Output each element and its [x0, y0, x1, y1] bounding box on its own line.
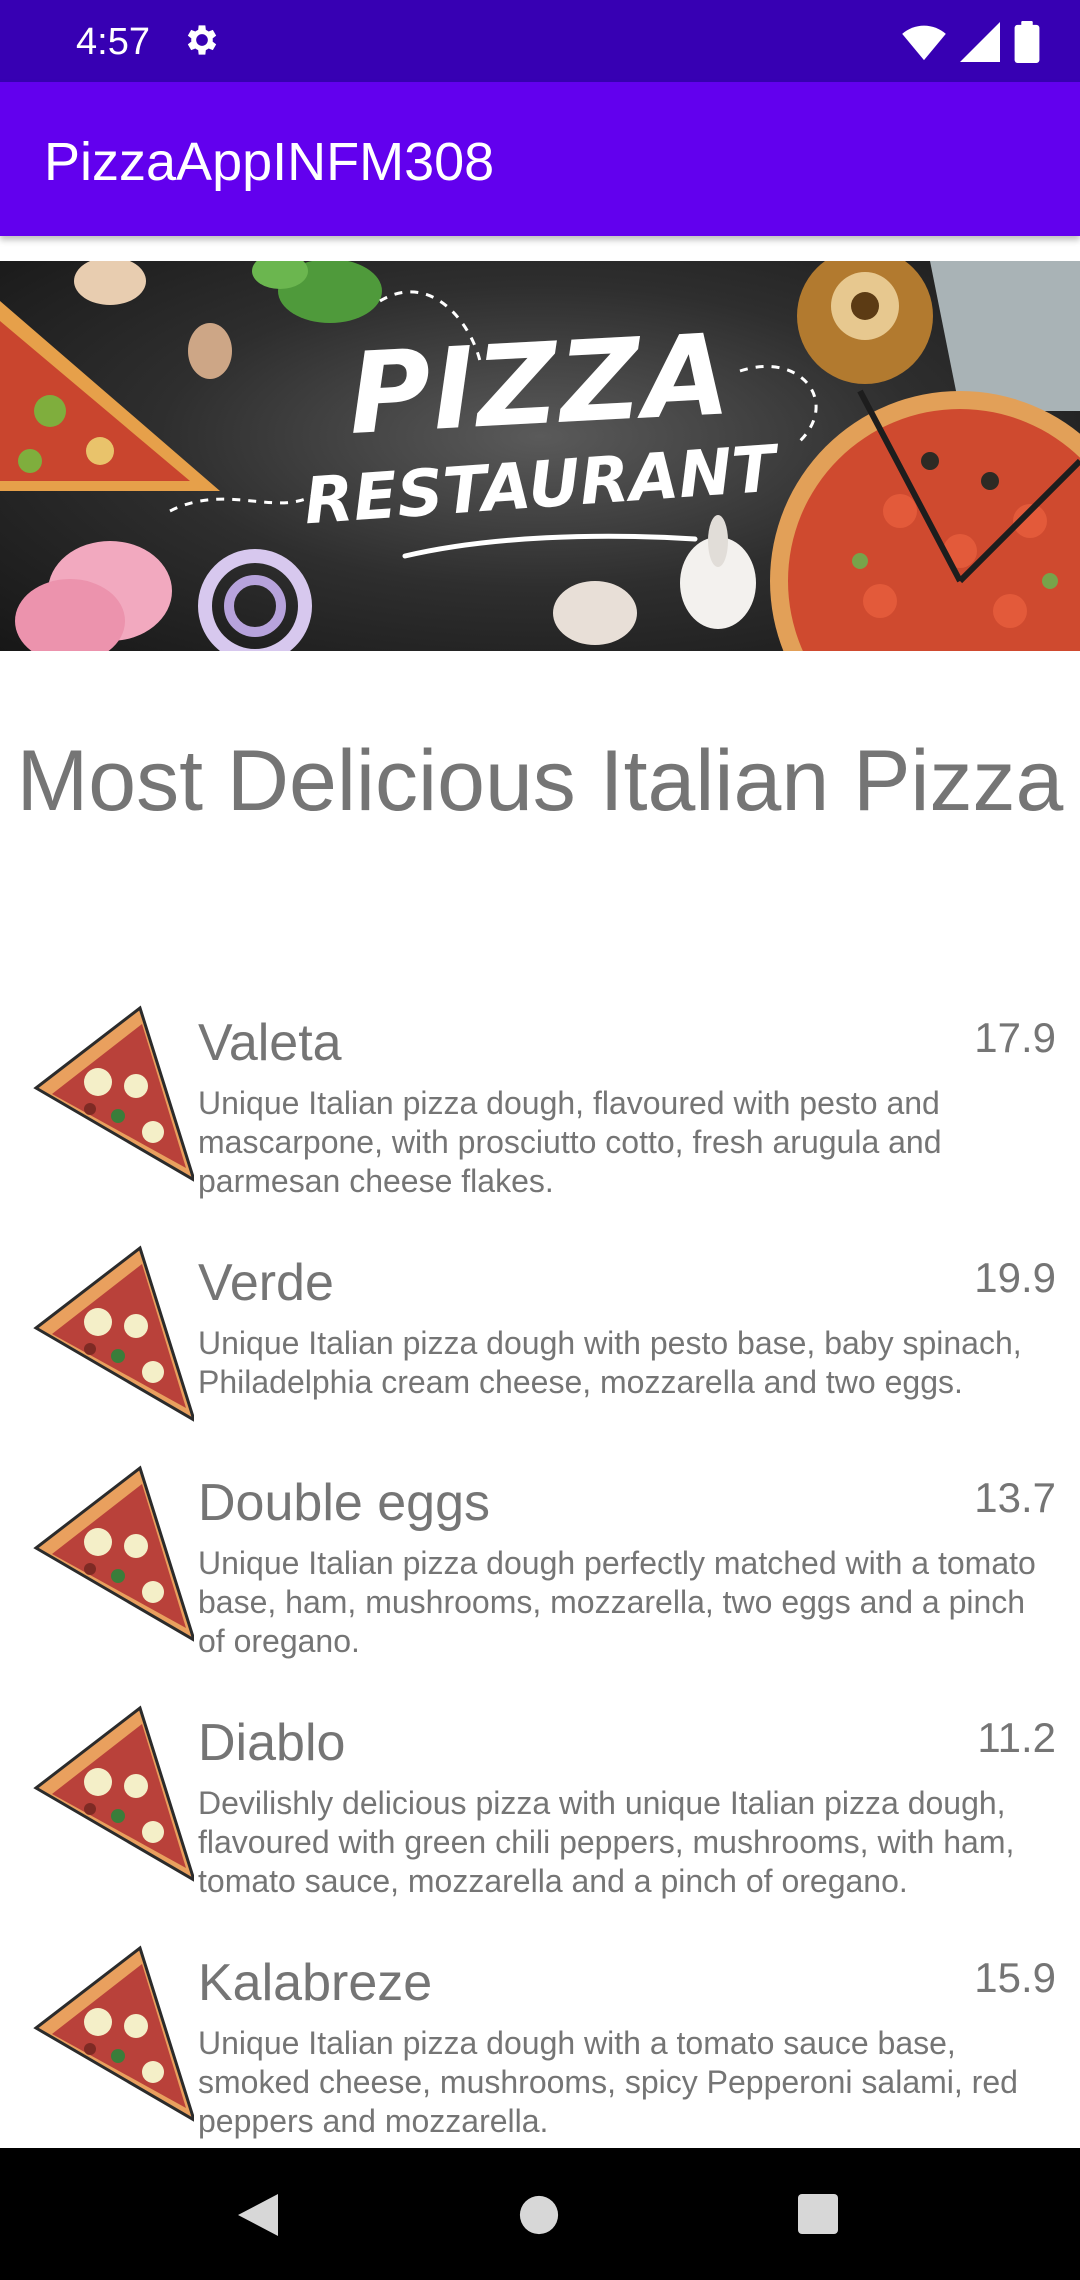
pizza-price: 17.9: [974, 1014, 1056, 1061]
pizza-name: Verde: [198, 1254, 334, 1312]
pizza-price: 15.9: [974, 1954, 1056, 2001]
page-headline: Most Delicious Italian Pizza: [16, 733, 1064, 829]
app-bar: PizzaAppINFM308: [0, 82, 1080, 236]
settings-gear-icon: [187, 25, 217, 55]
status-icons: [902, 20, 1040, 64]
battery-icon: [1014, 21, 1040, 63]
nav-home-icon[interactable]: [518, 2194, 560, 2236]
pizza-description: Unique Italian pizza dough with a tomato…: [198, 2025, 1018, 2139]
pizza-slice-icon: [33, 1465, 194, 1642]
pizza-name: Valeta: [198, 1014, 342, 1072]
pizza-slice-icon: [33, 1005, 194, 1182]
pizza-name: Diablo: [198, 1714, 346, 1772]
status-time: 4:57: [76, 21, 150, 63]
wifi-icon: [902, 25, 946, 61]
cellular-signal-icon: [960, 22, 1000, 62]
pizza-name: Kalabreze: [198, 1954, 433, 2012]
status-bar: 4:57: [0, 0, 1080, 82]
pizza-description: Unique Italian pizza dough perfectly mat…: [198, 1545, 1036, 1659]
pizza-price: 13.7: [974, 1474, 1056, 1521]
pizza-slice-icon: [33, 1945, 194, 2122]
nav-recents-icon[interactable]: [798, 2194, 838, 2234]
pizza-description: Unique Italian pizza dough with pesto ba…: [198, 1325, 1022, 1400]
pizza-description: Unique Italian pizza dough, flavoured wi…: [198, 1085, 942, 1199]
pizza-restaurant-banner: PIZZA RESTAURANT: [0, 261, 1080, 651]
pizza-slice-icon: [33, 1705, 194, 1882]
pizza-name: Double eggs: [198, 1474, 490, 1532]
banner-underline: [402, 533, 698, 559]
app-title: PizzaAppINFM308: [44, 132, 495, 192]
pizza-description: Devilishly delicious pizza with unique I…: [198, 1785, 1015, 1899]
nav-back-icon[interactable]: [236, 2192, 280, 2238]
pizza-slice-icon: [33, 1245, 194, 1422]
pizza-price: 11.2: [977, 1714, 1056, 1761]
pizza-price: 19.9: [974, 1254, 1056, 1301]
system-navigation-bar: [0, 2148, 1080, 2280]
